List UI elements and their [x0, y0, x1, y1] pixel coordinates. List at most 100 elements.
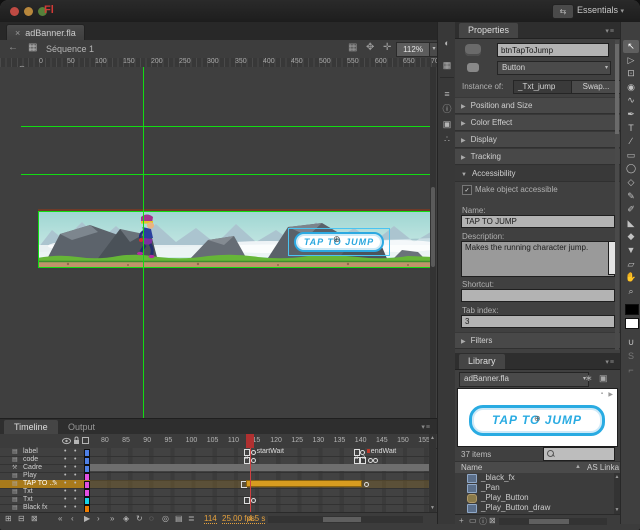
- banner-left-guide[interactable]: [38, 211, 39, 268]
- library-item--pan[interactable]: _Pan: [455, 483, 615, 493]
- horizontal-guide-1[interactable]: [21, 126, 434, 127]
- banner-top-guide[interactable]: [38, 211, 434, 212]
- edit-multiple-frames-button[interactable]: ▤: [175, 514, 183, 523]
- layer-visibility-dot[interactable]: •: [64, 472, 66, 480]
- section-position-and-size[interactable]: ▶Position and Size: [455, 97, 620, 114]
- eyedropper-tool[interactable]: ▼: [623, 244, 639, 257]
- tab-index-input[interactable]: [461, 315, 615, 328]
- workspace-switcher-button[interactable]: Essentials ▾: [569, 3, 632, 18]
- new-folder-button[interactable]: ▭: [469, 516, 477, 525]
- minimize-window-button[interactable]: [24, 7, 33, 16]
- stage-vertical-scrollbar[interactable]: [430, 67, 436, 418]
- library-item--black-fx[interactable]: _black_fx: [455, 473, 615, 483]
- stroke-color-swatch[interactable]: [625, 304, 639, 315]
- lock-all-layers-icon[interactable]: [73, 436, 80, 445]
- play-button[interactable]: ▶: [84, 514, 90, 523]
- library-item--play-button-draw[interactable]: _Play_Button_draw: [455, 503, 615, 513]
- timeline-panel-menu-icon[interactable]: ▾≡: [421, 423, 431, 431]
- scroll-down-icon[interactable]: ▼: [429, 505, 436, 511]
- section-accessibility[interactable]: ▼Accessibility: [455, 165, 620, 182]
- snap-to-objects-toggle[interactable]: ∪: [623, 336, 639, 349]
- vertical-guide[interactable]: [143, 67, 144, 418]
- keyframe-icon[interactable]: [244, 497, 250, 504]
- text-tool[interactable]: T: [623, 122, 639, 135]
- selection-tool[interactable]: ↖: [623, 40, 639, 53]
- stage-pasteboard[interactable]: TAP TO JUMP ⊕: [0, 67, 437, 418]
- tab-library[interactable]: Library: [459, 354, 505, 369]
- ink-bottle-tool[interactable]: ◆: [623, 230, 639, 243]
- loop-button[interactable]: ↻: [136, 514, 143, 523]
- onion-skin-button[interactable]: ◌: [149, 514, 154, 523]
- layer-visibility-dot[interactable]: •: [64, 456, 66, 464]
- new-symbol-button[interactable]: +: [459, 516, 464, 525]
- layer-lock-dot[interactable]: •: [74, 488, 76, 496]
- timeline-vertical-scrollbar[interactable]: ▲▼: [429, 434, 436, 512]
- column-name[interactable]: Name: [461, 463, 482, 472]
- new-layer-button[interactable]: ⊞: [5, 514, 12, 523]
- zoom-level-input[interactable]: 112%: [396, 42, 430, 57]
- go-to-first-frame-button[interactable]: «: [58, 514, 62, 523]
- info-panel-icon[interactable]: ⓘ: [441, 103, 453, 115]
- zoom-tool[interactable]: ⌕: [623, 285, 639, 298]
- preview-stop-icon[interactable]: ▪: [601, 391, 603, 397]
- timeline-horizontal-scrollbar[interactable]: [268, 516, 423, 523]
- section-display[interactable]: ▶Display: [455, 131, 620, 148]
- library-search-input[interactable]: [543, 447, 615, 461]
- smooth-option[interactable]: S: [623, 350, 639, 363]
- align-panel-icon[interactable]: ≡: [441, 88, 453, 100]
- layer-visibility-dot[interactable]: •: [64, 488, 66, 496]
- frame-number-ruler[interactable]: 8085909510010511011512012513013514014515…: [90, 434, 429, 448]
- column-as-linkage[interactable]: AS Linka: [587, 463, 619, 472]
- layer-lock-dot[interactable]: •: [74, 456, 76, 464]
- layer-visibility-dot[interactable]: •: [64, 504, 66, 512]
- current-frame-value[interactable]: 114: [204, 514, 217, 524]
- pen-tool[interactable]: ✒: [623, 108, 639, 121]
- snippets-panel-icon[interactable]: ∴: [441, 133, 453, 145]
- new-library-panel-icon[interactable]: ▣: [599, 373, 608, 384]
- playhead-marker[interactable]: [246, 434, 254, 448]
- delete-layer-button[interactable]: ⊠: [31, 514, 38, 523]
- section-tracking[interactable]: ▶Tracking: [455, 148, 620, 165]
- playhead-line[interactable]: [250, 448, 251, 512]
- accessibility-name-input[interactable]: [461, 215, 615, 228]
- layer-frames-row[interactable]: [90, 504, 429, 512]
- color-panel-icon[interactable]: ◐: [441, 37, 453, 49]
- empty-keyframe-icon[interactable]: [251, 458, 256, 463]
- center-frame-button[interactable]: ◈: [123, 514, 129, 523]
- scroll-up-icon[interactable]: ▲: [429, 435, 436, 441]
- horizontal-guide-2[interactable]: [21, 174, 434, 175]
- library-item--play-button[interactable]: _Play_Button: [455, 493, 615, 503]
- document-tab[interactable]: ×adBanner.fla: [6, 24, 85, 41]
- layer-lock-dot[interactable]: •: [74, 464, 76, 472]
- tab-output[interactable]: Output: [58, 420, 105, 434]
- layer-lock-dot[interactable]: •: [74, 496, 76, 504]
- edit-symbols-icon[interactable]: ✥: [366, 42, 374, 53]
- properties-scrollbar[interactable]: [615, 40, 619, 350]
- straighten-option[interactable]: ⌐: [623, 364, 639, 377]
- library-document-dropdown[interactable]: adBanner.fla▾: [459, 372, 589, 387]
- delete-button[interactable]: ⊠: [489, 516, 496, 525]
- rectangle-tool[interactable]: ▭: [623, 149, 639, 162]
- layer-lock-dot[interactable]: •: [74, 472, 76, 480]
- line-tool[interactable]: ∕: [623, 135, 639, 148]
- description-textarea[interactable]: Makes the running character jump.: [461, 241, 615, 277]
- section-color-effect[interactable]: ▶Color Effect: [455, 114, 620, 131]
- close-icon[interactable]: ×: [15, 28, 20, 38]
- banner-artwork[interactable]: TAP TO JUMP ⊕: [38, 212, 434, 267]
- preview-play-icon[interactable]: ▶: [608, 391, 613, 398]
- step-back-button[interactable]: ‹: [71, 514, 74, 523]
- section-filters[interactable]: ▶Filters: [455, 332, 620, 349]
- swap-button[interactable]: Swap...: [571, 80, 621, 94]
- library-panel-menu-icon[interactable]: ▾≡: [605, 358, 615, 366]
- layer-visibility-dot[interactable]: •: [64, 464, 66, 472]
- layer-visibility-dot[interactable]: •: [64, 496, 66, 504]
- elapsed-time-value[interactable]: 4.5 s: [248, 514, 265, 524]
- pin-library-icon[interactable]: ∗: [585, 373, 593, 384]
- 3d-rotation-tool[interactable]: ◉: [623, 81, 639, 94]
- properties-panel-menu-icon[interactable]: ▾≡: [605, 27, 615, 35]
- fill-color-swatch[interactable]: [625, 318, 639, 329]
- symbol-type-dropdown[interactable]: Button▾: [497, 61, 611, 75]
- tab-timeline[interactable]: Timeline: [4, 420, 58, 434]
- show-hide-all-layers-icon[interactable]: [62, 437, 71, 445]
- make-object-accessible-checkbox[interactable]: ✓: [462, 185, 472, 195]
